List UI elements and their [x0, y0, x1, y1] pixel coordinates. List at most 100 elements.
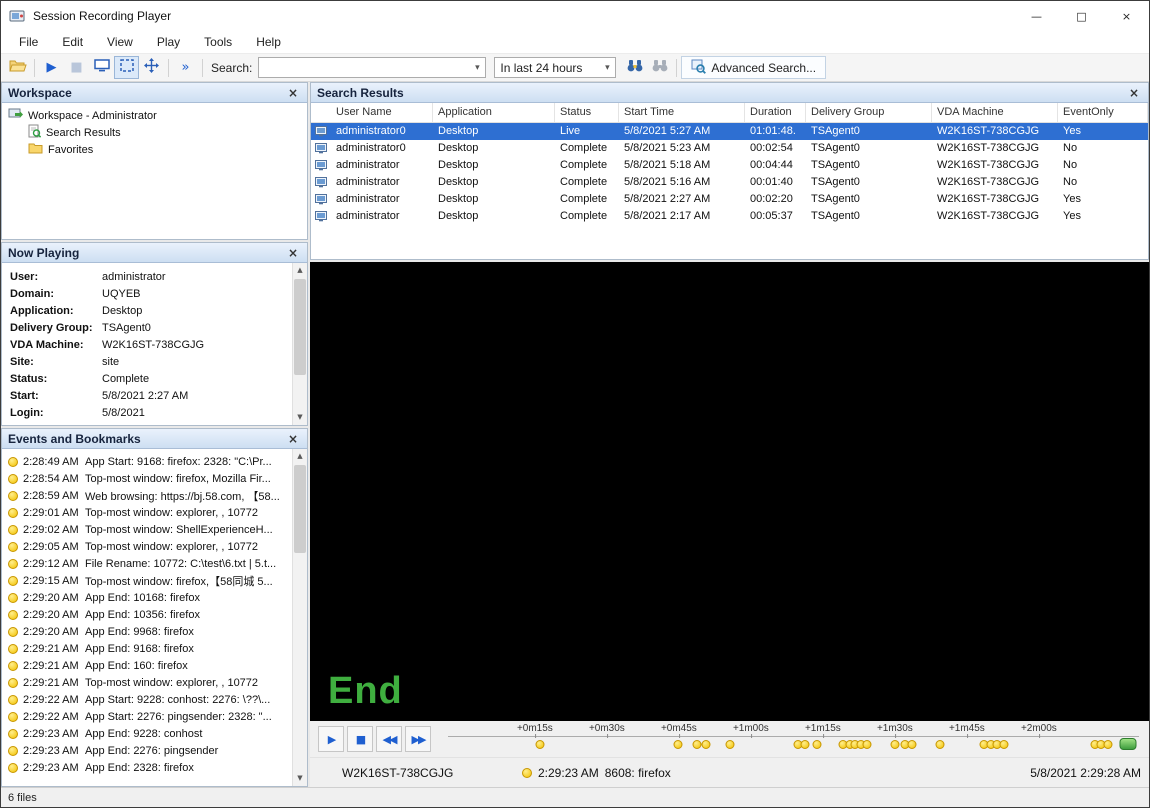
column-header[interactable]: Status	[555, 103, 619, 122]
column-header[interactable]: EventOnly	[1058, 103, 1148, 122]
event-item[interactable]: 2:29:23 AMApp End: 9228: conhost	[6, 725, 290, 742]
timeline-event-marker[interactable]	[1104, 740, 1113, 749]
find-previous-button[interactable]	[647, 56, 672, 79]
column-header[interactable]: Duration	[745, 103, 806, 122]
minimize-button[interactable]: —	[1014, 1, 1059, 31]
chevron-down-icon[interactable]: ▾	[469, 63, 485, 73]
workspace-close-icon[interactable]: ×	[285, 86, 301, 100]
event-item[interactable]: 2:29:15 AMTop-most window: firefox,【58同城…	[6, 572, 290, 589]
column-header[interactable]: User Name	[331, 103, 433, 122]
event-item[interactable]: 2:29:02 AMTop-most window: ShellExperien…	[6, 521, 290, 538]
events-scrollbar[interactable]: ▲ ▼	[292, 449, 307, 786]
video-playback-area[interactable]: End	[310, 262, 1149, 721]
event-time: 2:29:23 AM	[23, 762, 85, 774]
timeline-event-marker[interactable]	[936, 740, 945, 749]
current-position-timestamp: 5/8/2021 2:29:28 AM	[1030, 766, 1141, 780]
timeline-event-marker[interactable]	[813, 740, 822, 749]
timeline-event-marker[interactable]	[907, 740, 916, 749]
seek-timeline[interactable]: +0m15s+0m30s+0m45s+1m00s+1m15s+1m30s+1m4…	[448, 721, 1143, 757]
pan-window-button[interactable]	[139, 56, 164, 79]
player-fast-forward-button[interactable]: ▶▶	[405, 726, 431, 752]
events-close-icon[interactable]: ×	[285, 432, 301, 446]
more-toolbar-button[interactable]: »	[173, 56, 198, 79]
event-item[interactable]: 2:28:49 AMApp Start: 9168: firefox: 2328…	[6, 453, 290, 470]
timeline-event-marker[interactable]	[801, 740, 810, 749]
event-item[interactable]: 2:29:23 AMApp End: 2276: pingsender	[6, 742, 290, 759]
timeline-event-marker[interactable]	[863, 740, 872, 749]
event-item[interactable]: 2:29:01 AMTop-most window: explorer, , 1…	[6, 504, 290, 521]
fullscreen-toggle-button[interactable]	[89, 56, 114, 79]
menu-tools[interactable]: Tools	[192, 32, 244, 52]
event-item[interactable]: 2:29:23 AMApp End: 2328: firefox	[6, 759, 290, 776]
scroll-down-icon[interactable]: ▼	[293, 771, 307, 786]
now-playing-scrollbar[interactable]: ▲ ▼	[292, 263, 307, 425]
event-item[interactable]: 2:29:21 AMApp End: 160: firefox	[6, 657, 290, 674]
event-text: App End: 9228: conhost	[85, 728, 290, 740]
event-dot-icon	[522, 768, 532, 778]
tree-node-favorites[interactable]: Favorites	[8, 141, 307, 158]
scale-to-fit-button[interactable]	[114, 56, 139, 79]
event-item[interactable]: 2:28:59 AMWeb browsing: https://bj.58.co…	[6, 487, 290, 504]
time-filter-dropdown[interactable]: In last 24 hours ▾	[494, 57, 616, 78]
tree-node-workspace-root[interactable]: Workspace - Administrator	[8, 107, 307, 124]
timeline-slider-handle[interactable]	[1119, 738, 1136, 750]
timeline-event-marker[interactable]	[1000, 740, 1009, 749]
menu-view[interactable]: View	[95, 32, 145, 52]
maximize-button[interactable]: □	[1059, 1, 1104, 31]
advanced-search-button[interactable]: Advanced Search...	[681, 56, 826, 79]
menu-help[interactable]: Help	[244, 32, 293, 52]
close-button[interactable]: ×	[1104, 1, 1149, 31]
player-stop-button[interactable]: ■	[347, 726, 373, 752]
search-result-row[interactable]: administratorDesktopComplete5/8/2021 2:2…	[311, 191, 1148, 208]
result-cell: Desktop	[433, 123, 555, 140]
event-item[interactable]: 2:29:20 AMApp End: 9968: firefox	[6, 623, 290, 640]
scroll-down-icon[interactable]: ▼	[293, 410, 307, 425]
timeline-event-marker[interactable]	[890, 740, 899, 749]
event-item[interactable]: 2:29:20 AMApp End: 10168: firefox	[6, 589, 290, 606]
event-item[interactable]: 2:29:21 AMTop-most window: explorer, , 1…	[6, 674, 290, 691]
search-results-close-icon[interactable]: ×	[1126, 86, 1142, 100]
timeline-event-marker[interactable]	[535, 740, 544, 749]
scroll-up-icon[interactable]: ▲	[293, 449, 307, 464]
scrollbar-thumb[interactable]	[294, 465, 306, 553]
event-item[interactable]: 2:29:20 AMApp End: 10356: firefox	[6, 606, 290, 623]
timeline-event-marker[interactable]	[701, 740, 710, 749]
column-header[interactable]: Delivery Group	[806, 103, 932, 122]
search-combobox[interactable]: ▾	[258, 57, 486, 78]
event-item[interactable]: 2:29:12 AMFile Rename: 10772: C:\test\6.…	[6, 555, 290, 572]
player-rewind-button[interactable]: ◀◀	[376, 726, 402, 752]
column-header[interactable]: VDA Machine	[932, 103, 1058, 122]
stop-toolbar-button[interactable]: ■	[64, 56, 89, 79]
search-result-row[interactable]: administrator0DesktopComplete5/8/2021 5:…	[311, 140, 1148, 157]
event-item[interactable]: 2:29:21 AMApp End: 9168: firefox	[6, 640, 290, 657]
field-label: Delivery Group:	[10, 322, 102, 334]
tree-node-search-results[interactable]: Search Results	[8, 124, 307, 141]
menu-play[interactable]: Play	[145, 32, 192, 52]
timeline-event-marker[interactable]	[674, 740, 683, 749]
search-result-row[interactable]: administratorDesktopComplete5/8/2021 5:1…	[311, 157, 1148, 174]
column-header[interactable]: Start Time	[619, 103, 745, 122]
player-play-button[interactable]: ▶	[318, 726, 344, 752]
scroll-up-icon[interactable]: ▲	[293, 263, 307, 278]
menu-edit[interactable]: Edit	[50, 32, 95, 52]
now-playing-close-icon[interactable]: ×	[285, 246, 301, 260]
play-toolbar-button[interactable]: ▶	[39, 56, 64, 79]
search-result-row[interactable]: administratorDesktopComplete5/8/2021 2:1…	[311, 208, 1148, 225]
event-item[interactable]: 2:29:05 AMTop-most window: explorer, , 1…	[6, 538, 290, 555]
timeline-event-marker[interactable]	[692, 740, 701, 749]
session-icon	[311, 143, 331, 154]
search-result-row[interactable]: administrator0DesktopLive5/8/2021 5:27 A…	[311, 123, 1148, 140]
menu-file[interactable]: File	[7, 32, 50, 52]
event-item[interactable]: 2:29:22 AMApp Start: 2276: pingsender: 2…	[6, 708, 290, 725]
event-item[interactable]: 2:28:54 AMTop-most window: firefox, Mozi…	[6, 470, 290, 487]
open-file-button[interactable]	[5, 56, 30, 79]
event-time: 2:29:20 AM	[23, 626, 85, 638]
scrollbar-thumb[interactable]	[294, 279, 306, 375]
toolbar-separator	[168, 59, 169, 77]
find-next-button[interactable]	[622, 56, 647, 79]
event-item[interactable]: 2:29:22 AMApp Start: 9228: conhost: 2276…	[6, 691, 290, 708]
timeline-event-marker[interactable]	[726, 740, 735, 749]
column-header[interactable]: Application	[433, 103, 555, 122]
chevron-down-icon[interactable]: ▾	[599, 63, 615, 73]
search-result-row[interactable]: administratorDesktopComplete5/8/2021 5:1…	[311, 174, 1148, 191]
